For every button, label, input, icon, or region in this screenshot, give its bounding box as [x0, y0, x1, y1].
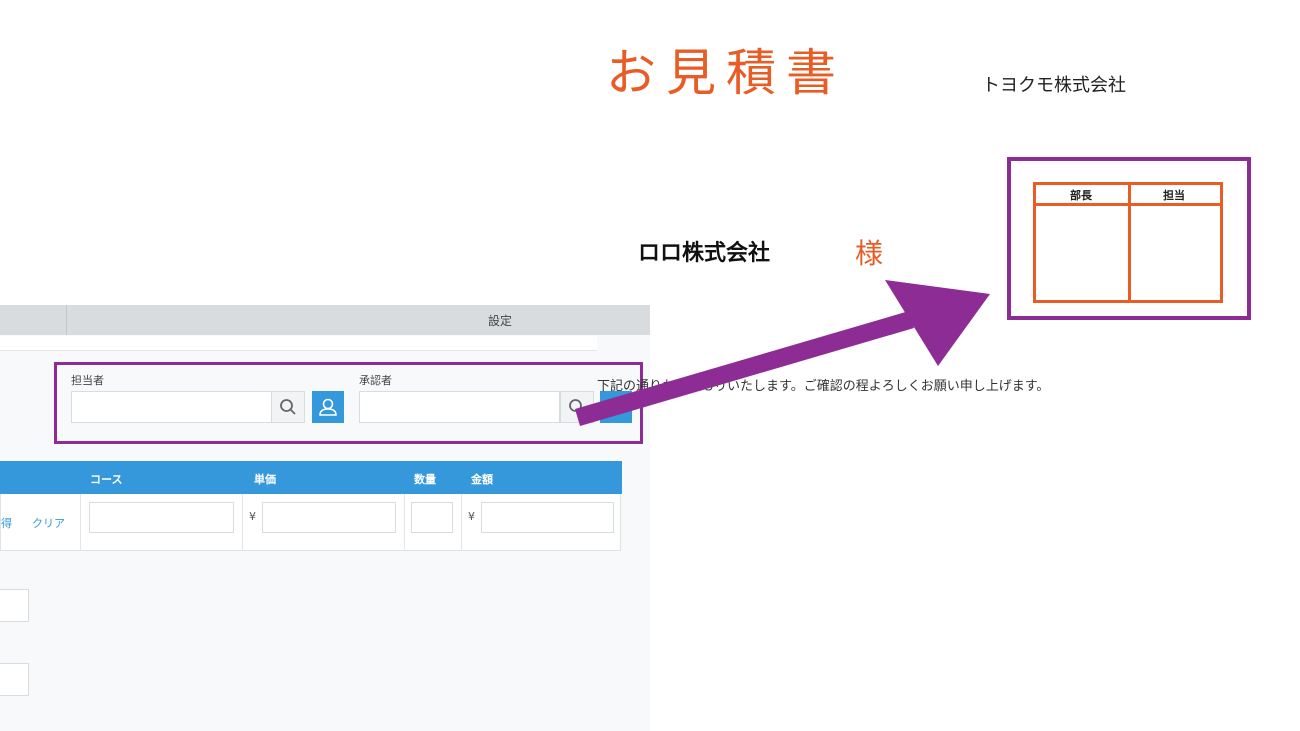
arrow-head	[885, 280, 990, 366]
header-course: コース	[90, 473, 123, 486]
form-app-panel: 設定 担当者 承認者 コース 単価 数量 金額 得 クリア ¥ ¥	[0, 305, 650, 731]
stamp-header-staff: 担当	[1163, 189, 1185, 202]
header-amount: 金額	[471, 473, 493, 486]
quotation-message: 下記の通りお見積もりいたします。ご確認の程よろしくお願い申し上げます。	[597, 379, 1050, 394]
tab-settings[interactable]: 設定	[67, 305, 650, 335]
honorific: 様	[855, 237, 884, 270]
cell-divider	[242, 494, 243, 551]
company-name: トヨクモ株式会社	[982, 75, 1126, 96]
cell-divider	[80, 494, 81, 551]
partial-input-1[interactable]	[0, 589, 29, 622]
amount-currency: ¥	[468, 510, 475, 523]
stamp-column-line	[1128, 185, 1131, 300]
tab-previous[interactable]	[0, 305, 67, 335]
table-row: 得 クリア ¥ ¥	[0, 494, 621, 551]
user-fields-highlight	[54, 362, 643, 444]
cell-divider	[404, 494, 405, 551]
tab-underline	[0, 336, 597, 351]
unit-price-currency: ¥	[249, 510, 256, 523]
header-quantity: 数量	[414, 473, 436, 486]
client-name: ロロ株式会社	[638, 241, 771, 266]
tab-settings-label: 設定	[487, 314, 512, 328]
cell-divider	[461, 494, 462, 551]
header-unit-price: 単価	[254, 473, 276, 486]
document-title: お見積書	[606, 44, 846, 102]
get-link[interactable]: 得	[1, 515, 12, 531]
table-header: コース 単価 数量 金額	[0, 461, 622, 494]
tab-bar: 設定	[0, 305, 650, 335]
unit-price-input[interactable]	[262, 502, 396, 533]
quantity-input[interactable]	[411, 502, 453, 533]
partial-input-2[interactable]	[0, 663, 29, 696]
approval-stamp-table: 部長 担当	[1033, 182, 1223, 303]
course-input[interactable]	[89, 502, 234, 533]
clear-link[interactable]: クリア	[32, 515, 65, 531]
amount-input[interactable]	[481, 502, 614, 533]
stamp-header-manager: 部長	[1070, 189, 1092, 202]
